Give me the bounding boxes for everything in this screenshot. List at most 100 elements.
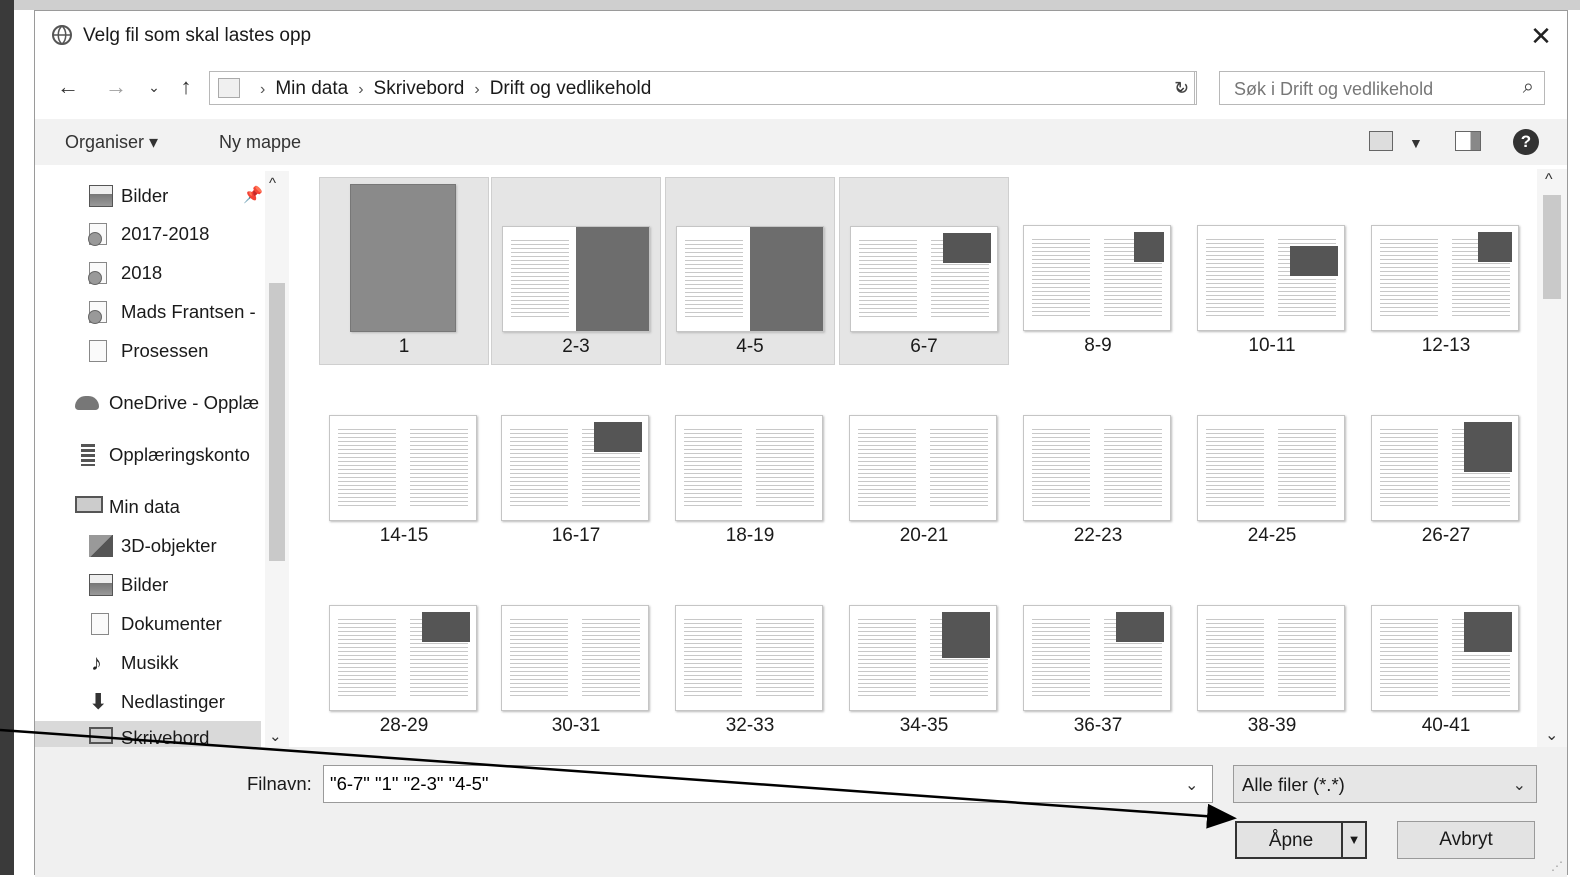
- nav-item-onedrive[interactable]: OneDrive - Opplæ: [35, 386, 289, 420]
- file-tile-1[interactable]: 1: [319, 177, 489, 365]
- file-name: 10-11: [1248, 335, 1296, 356]
- change-view-icon[interactable]: [1369, 131, 1393, 151]
- file-tile-8-9[interactable]: 8-9: [1013, 177, 1183, 365]
- file-tile-38-39[interactable]: 38-39: [1187, 557, 1357, 745]
- address-bar[interactable]: › Min data › Skrivebord › Drift og vedlikehol…: [209, 71, 1195, 105]
- breadcrumb-min-data[interactable]: Min data: [275, 78, 348, 100]
- file-tile-6-7[interactable]: 6-7: [839, 177, 1009, 365]
- nav-item-2017-2018[interactable]: 2017-2018: [35, 217, 289, 251]
- pictures-icon: [89, 185, 113, 207]
- pdf-spread-thumbnail: [329, 415, 477, 521]
- nav-item-bilder-quick[interactable]: Bilder 📌: [35, 179, 289, 213]
- search-box[interactable]: Søk i Drift og vedlikehold ⌕: [1219, 71, 1545, 105]
- file-tile-34-35[interactable]: 34-35: [839, 557, 1009, 745]
- nav-item-2018[interactable]: 2018: [35, 256, 289, 290]
- breadcrumb: › Min data › Skrivebord › Drift og vedlikehol…: [250, 78, 651, 100]
- forward-arrow-icon[interactable]: →: [101, 71, 131, 103]
- file-list-view: 1 2-3 4-5 6-7 8-9 10-11 12-13 14-15 16-1…: [293, 169, 1537, 747]
- nav-item-label: Musikk: [121, 652, 179, 673]
- nav-item-label: 2018: [121, 262, 163, 283]
- file-tile-28-29[interactable]: 28-29: [319, 557, 489, 745]
- pdf-spread-thumbnail: [1197, 415, 1345, 521]
- pdf-spread-thumbnail: [1371, 605, 1519, 711]
- pdf-spread-thumbnail: [849, 415, 997, 521]
- close-button[interactable]: ✕: [1523, 19, 1559, 55]
- nav-pane-scrollbar[interactable]: ^ ⌄: [265, 171, 289, 747]
- file-tile-10-11[interactable]: 10-11: [1187, 177, 1357, 365]
- open-button[interactable]: Åpne ▼: [1235, 821, 1367, 859]
- file-tile-4-5[interactable]: 4-5: [665, 177, 835, 365]
- computer-icon: [75, 496, 103, 513]
- open-options-dropdown-icon[interactable]: ▼: [1341, 823, 1365, 857]
- nav-item-prosessen[interactable]: Prosessen: [35, 334, 289, 368]
- file-tile-20-21[interactable]: 20-21: [839, 367, 1009, 555]
- file-tile-30-31[interactable]: 30-31: [491, 557, 661, 745]
- file-name: 16-17: [551, 525, 601, 546]
- nav-item-min-data[interactable]: Min data: [35, 490, 289, 524]
- new-folder-button[interactable]: Ny mappe: [219, 132, 301, 153]
- pdf-spread-thumbnail: [1023, 605, 1171, 711]
- cancel-button[interactable]: Avbryt: [1397, 821, 1535, 859]
- filename-history-dropdown-icon[interactable]: ⌄: [1185, 775, 1198, 795]
- file-tile-2-3[interactable]: 2-3: [491, 177, 661, 365]
- nav-item-3d-objekter[interactable]: 3D-objekter: [35, 529, 289, 563]
- nav-item-musikk[interactable]: ♪ Musikk: [35, 646, 289, 680]
- scroll-up-icon[interactable]: ^: [269, 175, 276, 192]
- file-tile-26-27[interactable]: 26-27: [1361, 367, 1531, 555]
- preview-pane-icon[interactable]: [1455, 131, 1481, 151]
- pdf-spread-thumbnail: [1023, 225, 1171, 331]
- breadcrumb-skrivebord[interactable]: Skrivebord: [374, 78, 465, 100]
- filename-input[interactable]: [323, 765, 1213, 803]
- file-tile-24-25[interactable]: 24-25: [1187, 367, 1357, 555]
- pdf-spread-thumbnail: [1023, 415, 1171, 521]
- 3d-objects-icon: [89, 535, 113, 557]
- pdf-spread-thumbnail: [1371, 225, 1519, 331]
- nav-scrollbar-thumb[interactable]: [269, 283, 285, 561]
- file-type-select[interactable]: Alle filer (*.*) ⌄: [1233, 765, 1537, 803]
- file-name: 34-35: [899, 715, 949, 736]
- back-arrow-icon[interactable]: ←: [53, 71, 83, 103]
- search-icon[interactable]: ⌕: [1523, 76, 1534, 99]
- nav-item-mads-frantsen[interactable]: Mads Frantsen -: [35, 295, 289, 329]
- nav-item-label: Bilder: [121, 574, 169, 595]
- nav-item-label: Prosessen: [121, 340, 209, 361]
- nav-item-nedlastinger[interactable]: ⬇ Nedlastinger: [35, 685, 289, 719]
- file-tile-18-19[interactable]: 18-19: [665, 367, 835, 555]
- file-tile-16-17[interactable]: 16-17: [491, 367, 661, 555]
- scroll-down-icon[interactable]: ⌄: [269, 727, 282, 745]
- file-name: 6-7: [910, 336, 938, 357]
- file-tile-22-23[interactable]: 22-23: [1013, 367, 1183, 555]
- scroll-up-icon[interactable]: ^: [1545, 171, 1553, 189]
- recent-locations-chevron-icon[interactable]: ⌄: [139, 71, 169, 103]
- background-window-top: [14, 0, 1580, 10]
- nav-item-label: OneDrive - Opplæ: [109, 392, 260, 413]
- file-name: 18-19: [725, 525, 775, 546]
- nav-item-dokumenter[interactable]: Dokumenter: [35, 607, 289, 641]
- resize-grip-icon[interactable]: ⋰: [1551, 859, 1563, 873]
- document-sync-icon: [88, 301, 107, 324]
- scroll-down-icon[interactable]: ⌄: [1545, 725, 1558, 745]
- up-arrow-icon[interactable]: ↑: [171, 71, 201, 103]
- nav-item-opplaeringskonto[interactable]: Opplæringskonto: [35, 438, 289, 472]
- file-list-scrollbar-thumb[interactable]: [1543, 195, 1561, 299]
- help-icon[interactable]: ?: [1513, 129, 1539, 155]
- file-tile-12-13[interactable]: 12-13: [1361, 177, 1531, 365]
- document-icon: [89, 340, 107, 362]
- view-options-chevron-icon[interactable]: ▼: [1409, 135, 1423, 151]
- file-tile-14-15[interactable]: 14-15: [319, 367, 489, 555]
- file-tile-32-33[interactable]: 32-33: [665, 557, 835, 745]
- file-open-dialog: Velg fil som skal lastes opp ✕ ← → ⌄ ↑ ›…: [34, 10, 1568, 877]
- dialog-title: Velg fil som skal lastes opp: [83, 25, 312, 46]
- file-tile-36-37[interactable]: 36-37: [1013, 557, 1183, 745]
- pin-icon[interactable]: 📌: [243, 185, 263, 205]
- file-list-scrollbar[interactable]: ^ ⌄: [1537, 169, 1567, 747]
- pdf-spread-thumbnail: [1197, 225, 1345, 331]
- file-type-value: Alle filer (*.*): [1242, 774, 1345, 795]
- breadcrumb-drift-og-vedlikehold[interactable]: Drift og vedlikehold: [490, 78, 652, 100]
- nav-item-bilder[interactable]: Bilder: [35, 568, 289, 602]
- organize-menu-button[interactable]: Organiser ▾: [65, 132, 158, 153]
- file-tile-40-41[interactable]: 40-41: [1361, 557, 1531, 745]
- refresh-icon[interactable]: ↻: [1167, 71, 1197, 105]
- command-bar: Organiser ▾ Ny mappe ▼ ?: [35, 119, 1567, 165]
- nav-item-skrivebord[interactable]: Skrivebord: [35, 721, 261, 747]
